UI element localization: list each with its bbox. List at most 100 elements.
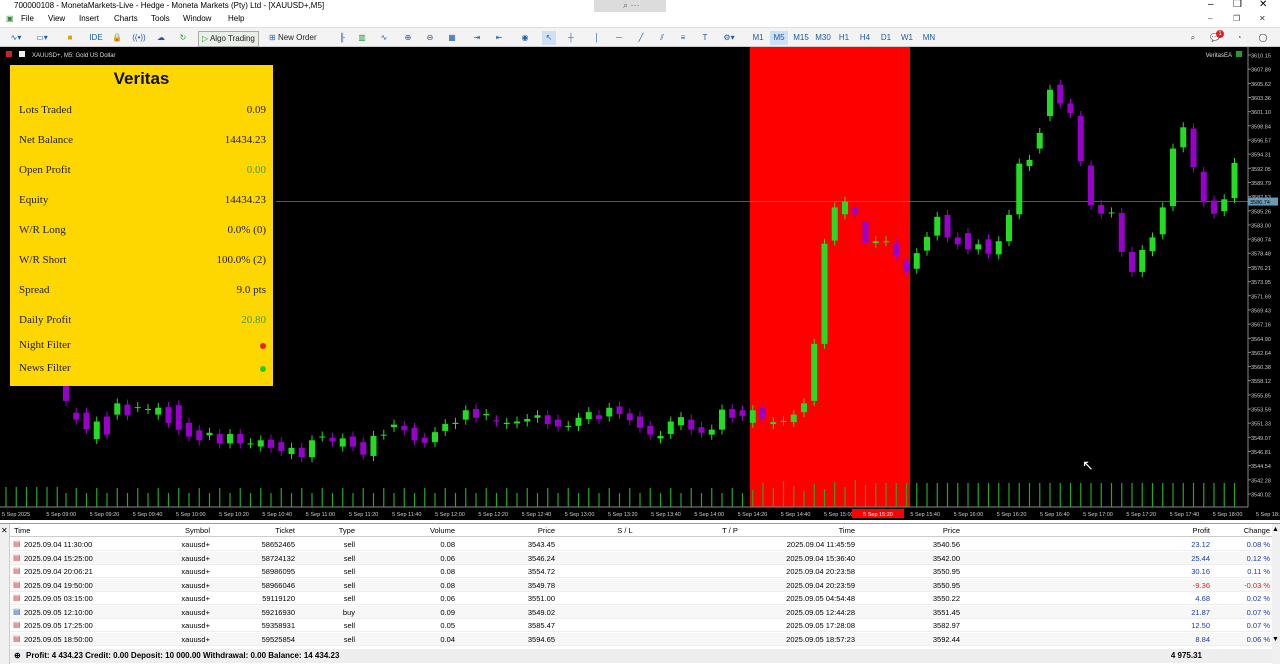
ide-button[interactable]: IDE [88,31,104,45]
shapes-icon[interactable]: ⚙▾ [718,31,740,45]
zoom-in-icon[interactable]: ⊕ [402,31,414,45]
child-close-icon[interactable]: ✕ [1259,14,1266,23]
zoom-out-icon[interactable]: ⊖ [424,31,436,45]
table-row[interactable]: ▤ 2025.09.04 20:06:21 xauusd+ 58986095 sell 0… [10,565,1272,578]
table-row[interactable]: ▤ 2025.09.05 12:10:00 xauusd+ 59216930 buy 0.… [10,605,1272,619]
candle-body [360,442,367,455]
column-header-8[interactable]: Time [770,526,855,535]
column-header-0[interactable]: Time [14,526,124,535]
menu-view[interactable]: View [48,14,65,23]
table-cell: 3592.44 [932,634,960,644]
channel-icon[interactable]: ⫽ [655,31,669,45]
tf-m1[interactable]: M1 [750,31,766,45]
vertical-line-icon[interactable]: │ [590,31,604,45]
crosshair-icon[interactable]: ┼ [564,31,578,45]
candle-body [616,406,623,414]
menu-file[interactable]: File [21,14,34,23]
toolbox-side-strip[interactable]: ✕ [0,524,10,664]
refresh-icon[interactable]: ↻ [176,31,190,45]
tf-mn[interactable]: MN [920,31,938,45]
scroll-down-icon[interactable]: ▼ [1272,636,1279,643]
candle-body [985,239,992,254]
profiles-icon[interactable]: ▭▾ [32,31,52,45]
tf-m15[interactable]: M15 [791,31,811,45]
candle-chart-icon[interactable]: ▥ [356,31,368,45]
candle-body [596,415,602,420]
summary-expand-icon[interactable]: ⊕ [14,651,21,660]
summary-total: 4 975.31 [1170,651,1202,660]
column-header-4[interactable]: Volume [400,526,455,535]
indicators-icon[interactable]: ∿▾ [6,31,26,45]
cloud-icon[interactable]: ☁ [154,31,168,45]
child-restore-icon[interactable]: ❐ [1233,14,1240,23]
horizontal-line-icon[interactable]: ─ [612,31,626,45]
zoom-icon[interactable]: ⌕ ⋯ [623,0,640,11]
history-table-header: Time Symbol Ticket Type Volume Price S / L T / … [10,524,1272,537]
column-header-6[interactable]: S / L [590,526,660,535]
child-minimize-icon[interactable]: – [1208,14,1212,23]
table-cell: 2025.09.04 20:23:58 [786,567,855,576]
column-header-11[interactable]: Change [1210,526,1270,535]
candle-body [483,413,490,416]
autoscroll-icon[interactable]: ⇥ [470,31,484,45]
time-tick-label: 5 Sep 2025 [2,512,30,518]
column-header-5[interactable]: Price [495,526,555,535]
flag-icon [6,51,12,57]
column-header-1[interactable]: Symbol [130,526,210,535]
tf-h1[interactable]: H1 [836,31,852,45]
lock-icon[interactable]: 🔒 [110,31,124,45]
trendline-icon[interactable]: ╱ [634,31,648,45]
menu-tools[interactable]: Tools [151,14,170,23]
table-row[interactable]: ▤ 2025.09.04 15:25:00 xauusd+ 58724132 sell 0… [10,551,1272,565]
table-row[interactable]: ▤ 2025.09.05 17:25:00 xauusd+ 59358931 sell 0… [10,619,1272,632]
app-icon[interactable]: ▣ [6,14,14,23]
tf-h4[interactable]: H4 [857,31,873,45]
tf-m30[interactable]: M30 [813,31,833,45]
chart-shift-icon[interactable]: ⇤ [492,31,506,45]
candle-body [1016,163,1023,215]
table-cell: 3550.22 [932,594,960,603]
cursor-icon[interactable]: ↖ [542,31,556,45]
table-row[interactable]: ▤ 2025.09.05 03:15:00 xauusd+ 59119120 sell 0… [10,592,1272,605]
tf-w1[interactable]: W1 [899,31,915,45]
candle-body [606,407,613,417]
bar-chart-icon[interactable]: ╟ [336,31,348,45]
column-header-2[interactable]: Ticket [215,526,295,535]
search-icon[interactable]: ⌕ [1186,31,1200,45]
fibonacci-icon[interactable]: ≡ [676,31,690,45]
new-order-button[interactable]: ⊞ New Order [269,31,317,45]
table-row[interactable]: ▤ 2025.09.04 19:50:00 xauusd+ 58966046 sell 0… [10,578,1272,592]
menu-help[interactable]: Help [228,14,244,23]
signals-icon[interactable]: ((•)) [132,31,146,45]
tf-m5[interactable]: M5 [770,31,788,45]
account-icon[interactable]: ◯ [1256,31,1270,45]
templates-icon[interactable]: ■ [64,31,76,45]
tf-d1[interactable]: D1 [878,31,894,45]
toolbox-close-icon[interactable]: ✕ [1,526,8,535]
column-header-7[interactable]: T / P [700,526,760,535]
text-icon[interactable]: T [698,31,712,45]
algo-trading-button[interactable]: ▷ Algo Trading [198,31,259,47]
line-chart-icon[interactable]: ∿ [378,31,390,45]
menu-insert[interactable]: Insert [79,14,99,23]
screenshot-icon[interactable]: ◉ [518,31,532,45]
table-row[interactable]: ▤ 2025.09.05 18:50:00 xauusd+ 59525854 sell 0… [10,632,1272,646]
column-header-3[interactable]: Type [310,526,355,535]
toolbox-scroll-strip[interactable]: ▲ ▼ [1272,524,1280,664]
tile-icon[interactable]: ▦ [446,31,458,45]
candle-body [821,243,828,344]
scroll-up-icon[interactable]: ▲ [1272,526,1279,533]
minimize-icon[interactable]: – [1208,0,1214,10]
price-tick-label: 3551.33 [1251,422,1271,428]
column-header-10[interactable]: Profit [1150,526,1210,535]
menu-window[interactable]: Window [183,14,211,23]
table-cell: 2025.09.04 15:25:00 [24,553,93,563]
candle-body [514,421,520,424]
price-tick-label: 3544.54 [1251,464,1271,470]
table-row[interactable]: ▤ 2025.09.04 11:30:00 xauusd+ 58652465 sell 0… [10,538,1272,551]
menu-charts[interactable]: Charts [114,14,138,23]
column-header-9[interactable]: Price [890,526,960,535]
close-icon[interactable]: ✕ [1259,0,1267,10]
status-icon[interactable]: ◔ [1232,31,1246,45]
restore-icon[interactable]: ❐ [1233,0,1242,10]
